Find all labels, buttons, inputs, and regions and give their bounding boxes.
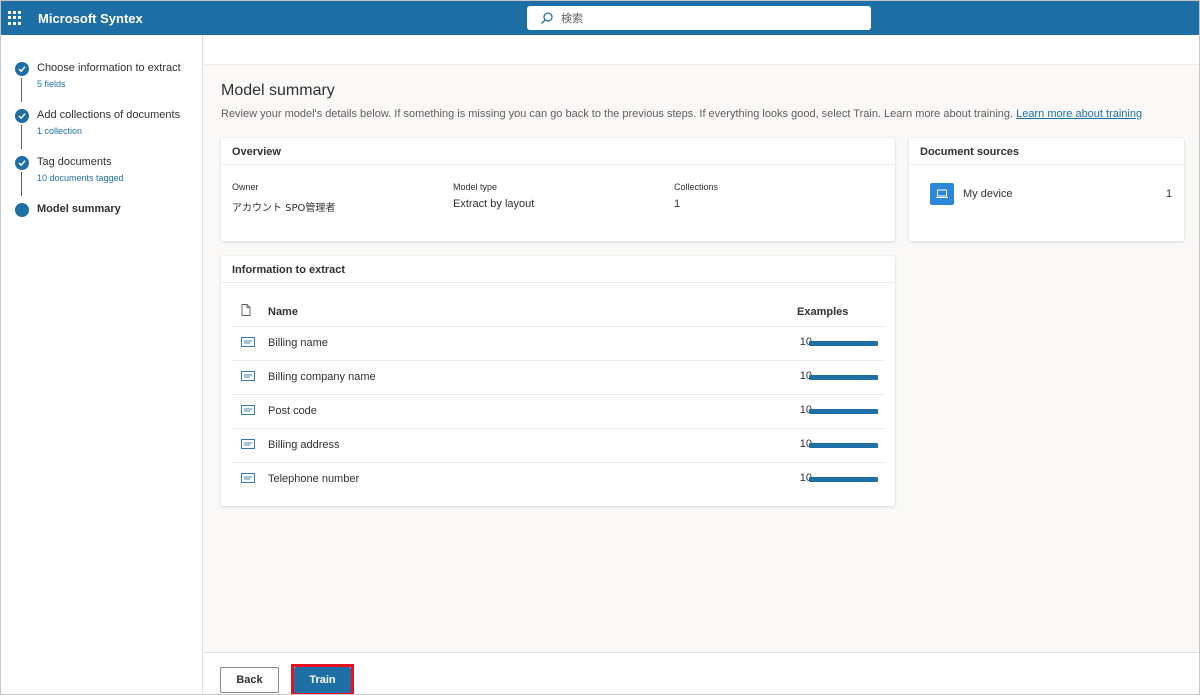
field-name: Billing address — [268, 439, 340, 451]
page-description: Review your model's details below. If so… — [221, 108, 1142, 120]
text-field-icon — [241, 405, 255, 415]
description-text: Review your model's details below. If so… — [221, 108, 1014, 120]
step-current-icon — [15, 203, 29, 217]
examples-bar — [809, 409, 878, 414]
table-row[interactable]: Billing company name 10 — [232, 360, 885, 394]
text-field-icon — [241, 439, 255, 449]
step-connector — [21, 172, 22, 196]
page-title: Model summary — [221, 82, 335, 99]
text-field-icon — [241, 473, 255, 483]
overview-card: Overview Owner アカウント SPO管理者 Model type E… — [221, 138, 895, 241]
main-content: Model summary Review your model's detail… — [204, 35, 1199, 652]
search-input[interactable] — [561, 6, 861, 30]
field-name: Billing name — [268, 337, 328, 349]
search-icon — [541, 12, 553, 24]
collections-value: 1 — [674, 198, 681, 210]
laptop-icon — [930, 183, 954, 205]
column-header-name[interactable]: Name — [268, 306, 298, 318]
step-subtitle[interactable]: 10 documents tagged — [37, 173, 124, 183]
card-header: Information to extract — [221, 256, 895, 283]
field-name: Post code — [268, 405, 317, 417]
step-title[interactable]: Add collections of documents — [37, 109, 180, 121]
model-type-label: Model type — [453, 182, 498, 192]
examples-bar — [809, 477, 878, 482]
step-title[interactable]: Tag documents — [37, 156, 112, 168]
source-count: 10 — [1166, 188, 1172, 200]
examples-bar — [809, 443, 878, 448]
app-launcher-icon[interactable] — [8, 11, 22, 25]
step-complete-icon — [15, 156, 29, 170]
document-sources-card: Document sources My device 10 — [909, 138, 1184, 241]
table-row[interactable]: Post code 10 — [232, 394, 885, 428]
card-header: Overview — [221, 138, 895, 165]
examples-bar — [809, 375, 878, 380]
table-row[interactable]: Telephone number 10 — [232, 462, 885, 496]
train-button[interactable]: Train — [294, 667, 351, 693]
step-complete-icon — [15, 62, 29, 76]
top-bar: Microsoft Syntex — [1, 1, 1199, 35]
learn-more-link[interactable]: Learn more about training — [1016, 108, 1142, 120]
text-field-icon — [241, 337, 255, 347]
owner-value: アカウント SPO管理者 — [232, 203, 336, 214]
step-navigation: Choose information to extract 5 fields A… — [1, 35, 203, 694]
field-name: Billing company name — [268, 371, 376, 383]
owner-label: Owner — [232, 182, 259, 192]
step-complete-icon — [15, 109, 29, 123]
document-icon — [241, 304, 251, 316]
card-title: Information to extract — [232, 264, 346, 276]
table-row[interactable]: Billing name 10 — [232, 326, 885, 360]
step-subtitle[interactable]: 5 fields — [37, 79, 66, 89]
command-bar — [204, 35, 1199, 65]
examples-bar — [809, 341, 878, 346]
collections-label: Collections — [674, 182, 719, 192]
card-header: Document sources — [909, 138, 1184, 165]
source-name[interactable]: My device — [963, 188, 1013, 200]
step-title[interactable]: Choose information to extract — [37, 62, 181, 74]
step-subtitle[interactable]: 1 collection — [37, 126, 82, 136]
back-button[interactable]: Back — [220, 667, 279, 693]
model-type-value: Extract by layout — [453, 198, 535, 210]
step-connector — [21, 78, 22, 102]
search-box[interactable] — [527, 6, 871, 30]
information-to-extract-card: Information to extract Name Examples Bil… — [221, 256, 895, 506]
card-title: Document sources — [920, 146, 1020, 158]
step-title[interactable]: Model summary — [37, 203, 121, 215]
table-row[interactable]: Billing address 10 — [232, 428, 885, 462]
text-field-icon — [241, 371, 255, 381]
card-title: Overview — [232, 146, 281, 158]
column-header-examples[interactable]: Examples — [797, 306, 848, 318]
app-window: Microsoft Syntex Choose information to e… — [0, 0, 1200, 695]
app-title[interactable]: Microsoft Syntex — [38, 11, 143, 26]
footer-bar: Back Train — [204, 652, 1199, 694]
field-name: Telephone number — [268, 473, 360, 485]
step-connector — [21, 125, 22, 149]
